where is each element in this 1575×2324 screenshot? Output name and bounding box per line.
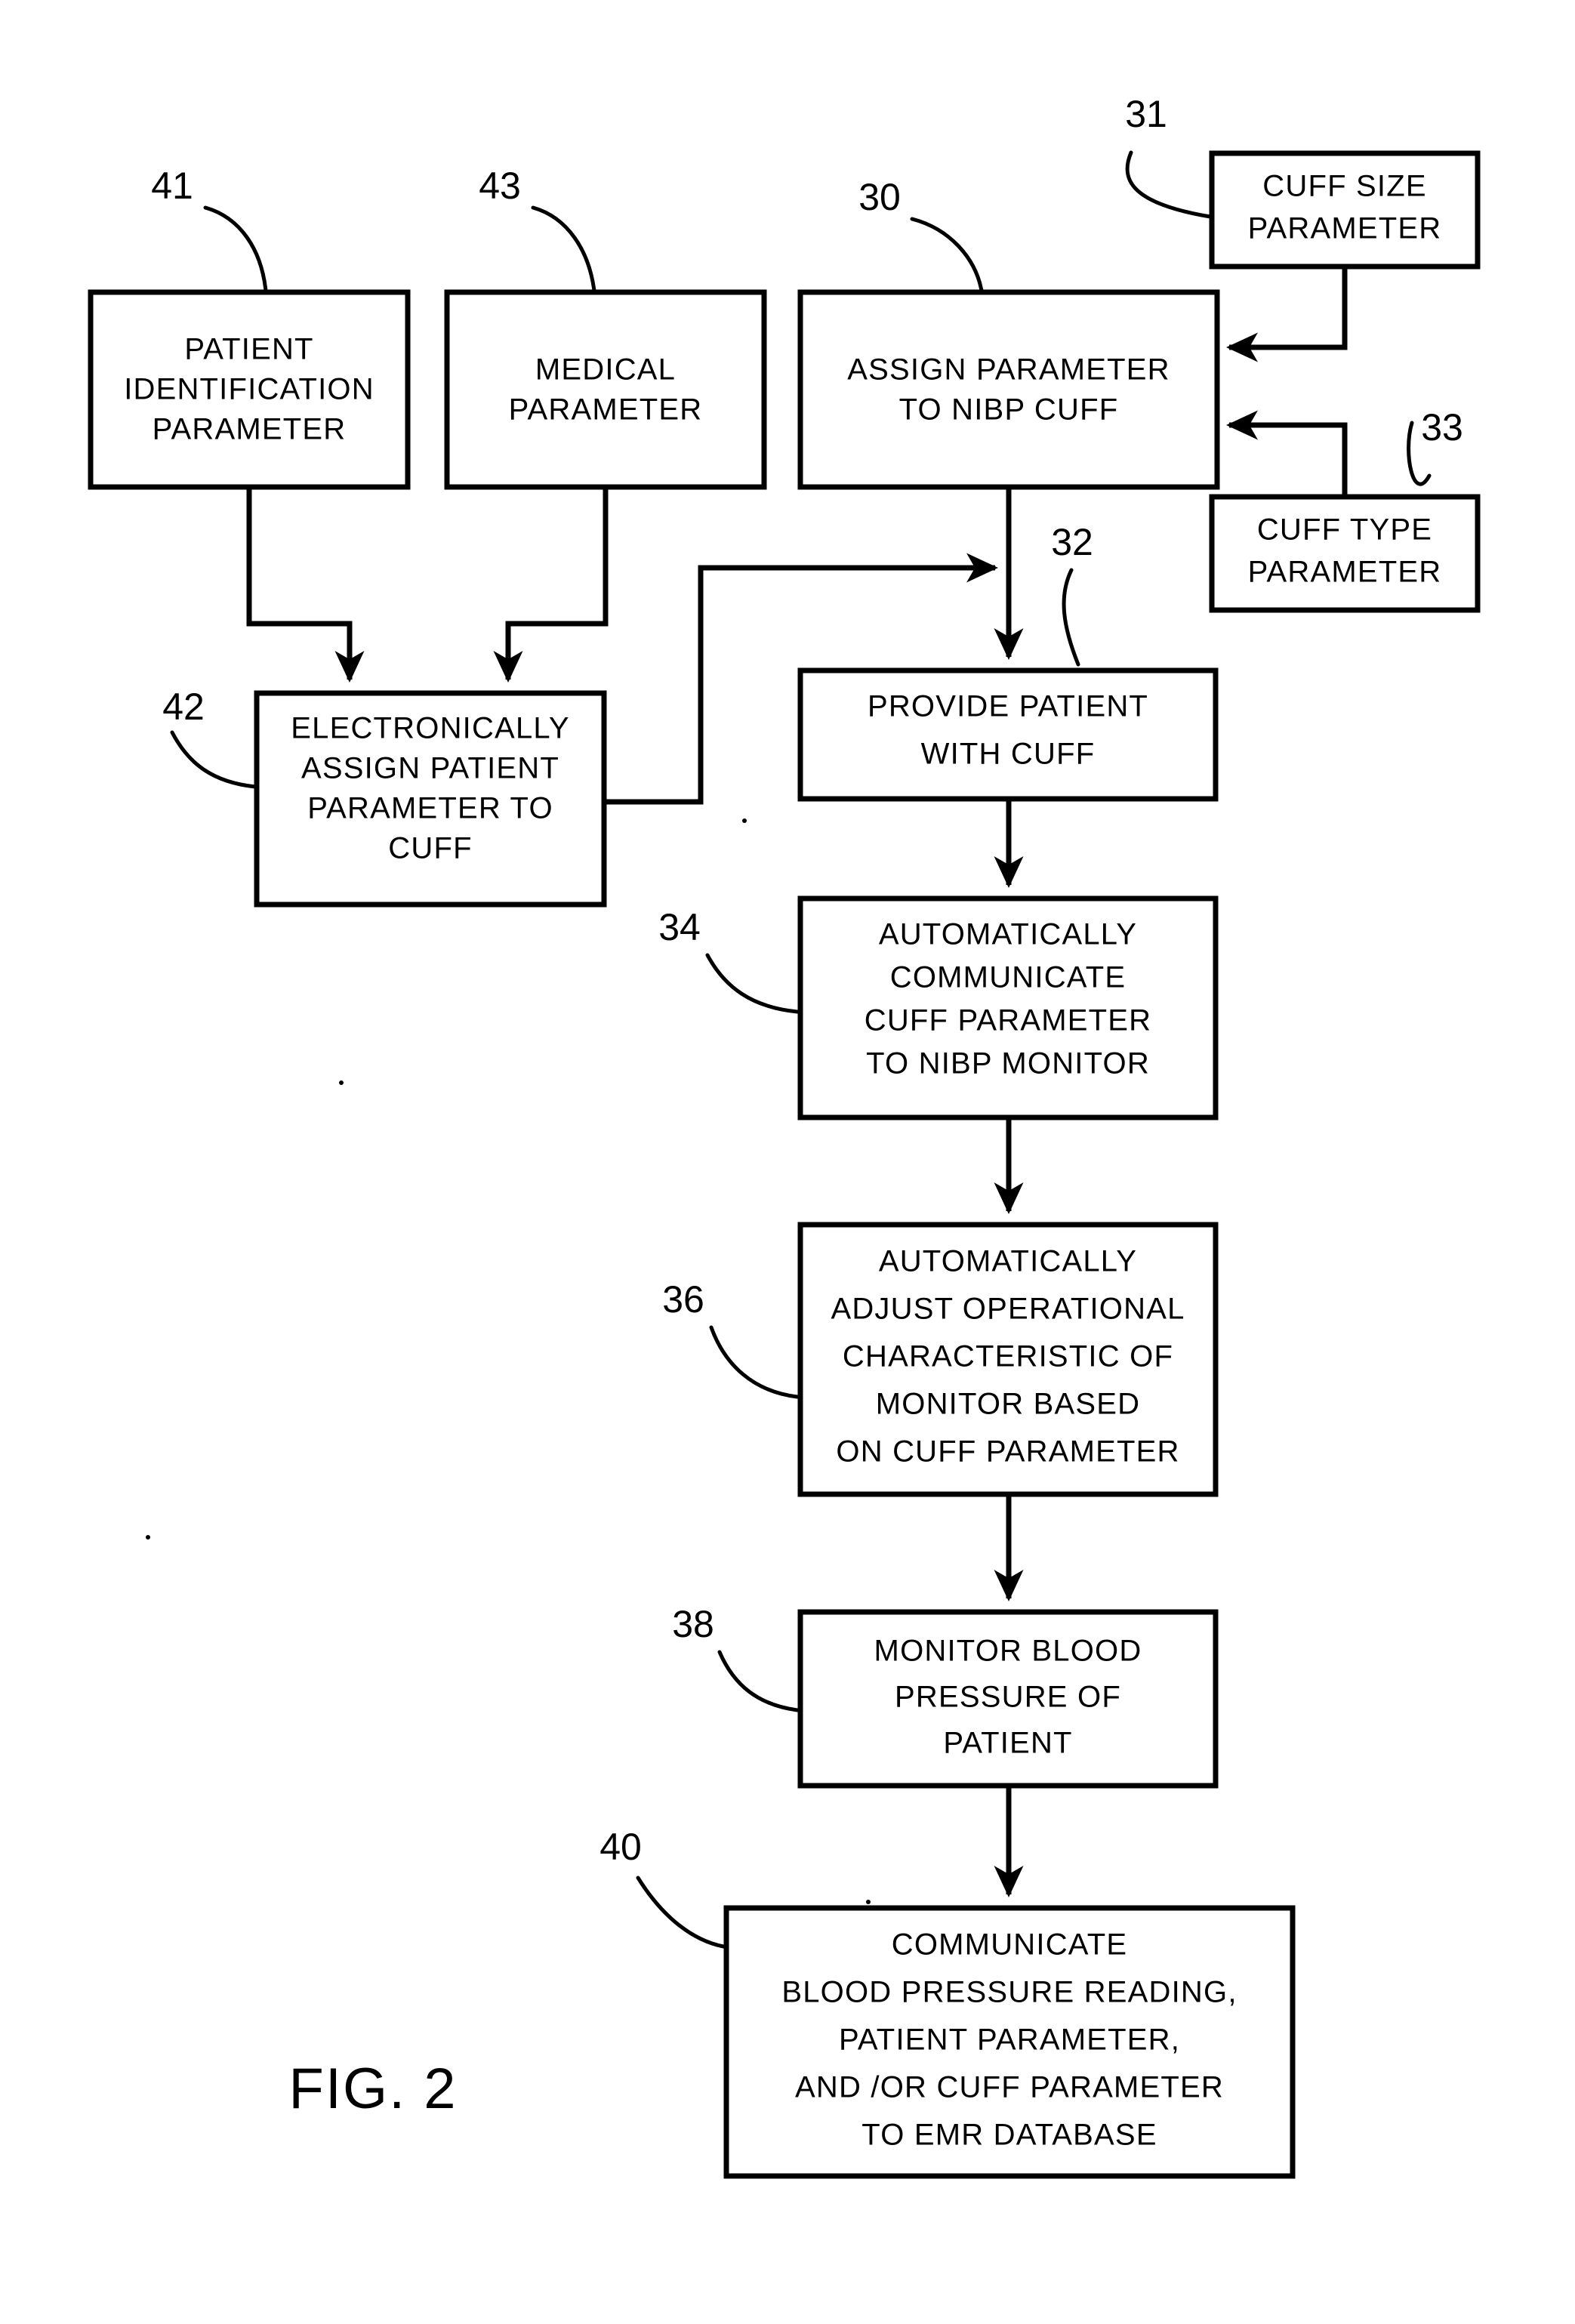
node-label-line: AND /OR CUFF PARAMETER (795, 2071, 1224, 2104)
ref-numeral-30: 30 (858, 176, 901, 218)
scan-speck (339, 1080, 344, 1085)
node-label-line: COMMUNICATE (890, 961, 1126, 994)
node-label-line: PARAMETER (1248, 556, 1442, 589)
node-label-line: CUFF PARAMETER (865, 1004, 1152, 1037)
edge-patient-id-to-electronically-assign (246, 487, 365, 683)
leader-line-34 (705, 953, 800, 1014)
leader-line-42 (170, 730, 257, 789)
node-label-line: ON CUFF PARAMETER (836, 1435, 1179, 1469)
edge-cuff-type-to-assign (1226, 410, 1348, 497)
ref-numeral-43: 43 (479, 165, 521, 207)
node-label-line: AUTOMATICALLY (879, 918, 1137, 951)
node-label-line: IDENTIFICATION (124, 373, 374, 406)
node-label-line: CUFF TYPE (1257, 513, 1432, 547)
node-patient-identification-parameter[interactable]: PATIENT IDENTIFICATION PARAMETER (88, 289, 411, 490)
node-label-line: COMMUNICATE (892, 1928, 1127, 1962)
node-provide-patient-with-cuff[interactable]: PROVIDE PATIENT WITH CUFF (797, 667, 1219, 802)
node-label-line: PARAMETER (153, 413, 347, 446)
node-label-line: PARAMETER TO (307, 792, 553, 825)
node-box[interactable] (444, 289, 767, 490)
node-label-line: PATIENT PARAMETER, (839, 2023, 1180, 2057)
ref-numeral-32: 32 (1051, 521, 1093, 563)
edge-medical-to-electronically-assign (493, 487, 609, 683)
leader-line-43 (531, 205, 596, 293)
leader-line-31 (1125, 150, 1213, 219)
ref-numeral-41: 41 (151, 165, 193, 207)
flowchart-canvas: PATIENT IDENTIFICATION PARAMETER 41 MEDI… (88, 93, 1481, 2179)
node-automatically-communicate-cuff-parameter-to-nibp-monitor[interactable]: AUTOMATICALLY COMMUNICATE CUFF PARAMETER… (797, 895, 1219, 1120)
node-label-line: MONITOR BASED (876, 1388, 1140, 1421)
node-label-line: MONITOR BLOOD (874, 1635, 1142, 1668)
node-label-line: PARAMETER (1248, 212, 1442, 245)
leader-line-32 (1062, 568, 1080, 667)
leader-line-36 (709, 1325, 800, 1399)
node-label-line: AUTOMATICALLY (879, 1245, 1137, 1278)
ref-numeral-42: 42 (162, 686, 205, 728)
scan-speck (742, 818, 747, 823)
node-medical-parameter[interactable]: MEDICAL PARAMETER (444, 289, 767, 490)
leader-line-40 (636, 1876, 726, 1949)
node-label-line: PATIENT (184, 333, 313, 366)
node-label-line: CHARACTERISTIC OF (843, 1340, 1173, 1373)
node-label-line: ADJUST OPERATIONAL (831, 1293, 1185, 1326)
node-label-line: PATIENT (943, 1727, 1072, 1760)
ref-numeral-40: 40 (599, 1826, 642, 1868)
ref-numeral-36: 36 (662, 1278, 704, 1321)
node-label-line: CUFF SIZE (1262, 170, 1426, 203)
node-box[interactable] (797, 289, 1220, 490)
ref-numeral-31: 31 (1125, 93, 1167, 135)
node-label-line: MEDICAL (535, 353, 676, 387)
node-label-line: BLOOD PRESSURE READING, (781, 1976, 1237, 2009)
node-label-line: ASSIGN PATIENT (301, 752, 559, 785)
node-label-line: PARAMETER (509, 393, 703, 427)
node-communicate-to-emr-database[interactable]: COMMUNICATE BLOOD PRESSURE READING, PATI… (723, 1905, 1296, 2179)
node-automatically-adjust-operational-characteristic[interactable]: AUTOMATICALLY ADJUST OPERATIONAL CHARACT… (797, 1222, 1219, 1497)
leader-line-41 (203, 205, 268, 293)
leader-line-30 (910, 217, 984, 293)
patent-figure-page: PATIENT IDENTIFICATION PARAMETER 41 MEDI… (0, 0, 1575, 2324)
node-label-line: TO NIBP MONITOR (866, 1047, 1150, 1080)
ref-numeral-33: 33 (1421, 406, 1463, 448)
ref-numeral-34: 34 (658, 906, 701, 948)
node-label-line: PRESSURE OF (895, 1681, 1121, 1714)
node-label-line: ELECTRONICALLY (291, 712, 570, 745)
node-label-line: WITH CUFF (921, 738, 1096, 771)
node-cuff-size-parameter[interactable]: CUFF SIZE PARAMETER (1209, 150, 1481, 270)
node-monitor-blood-pressure-of-patient[interactable]: MONITOR BLOOD PRESSURE OF PATIENT (797, 1609, 1219, 1789)
scan-speck (146, 1535, 150, 1540)
figure-caption: FIG. 2 (288, 2057, 457, 2121)
node-label-line: TO NIBP CUFF (899, 393, 1119, 427)
scan-speck (866, 1900, 871, 1904)
node-cuff-type-parameter[interactable]: CUFF TYPE PARAMETER (1209, 494, 1481, 613)
edge-cuff-size-to-assign (1226, 267, 1348, 362)
node-label-line: ASSIGN PARAMETER (847, 353, 1170, 387)
node-electronically-assign-patient-parameter-to-cuff[interactable]: ELECTRONICALLY ASSIGN PATIENT PARAMETER … (254, 690, 607, 908)
node-label-line: PROVIDE PATIENT (868, 690, 1148, 723)
leader-line-38 (717, 1650, 800, 1712)
node-label-line: TO EMR DATABASE (861, 2119, 1157, 2152)
ref-numeral-38: 38 (672, 1603, 714, 1645)
node-label-line: CUFF (388, 832, 472, 865)
node-assign-parameter-to-nibp-cuff[interactable]: ASSIGN PARAMETER TO NIBP CUFF (797, 289, 1220, 490)
